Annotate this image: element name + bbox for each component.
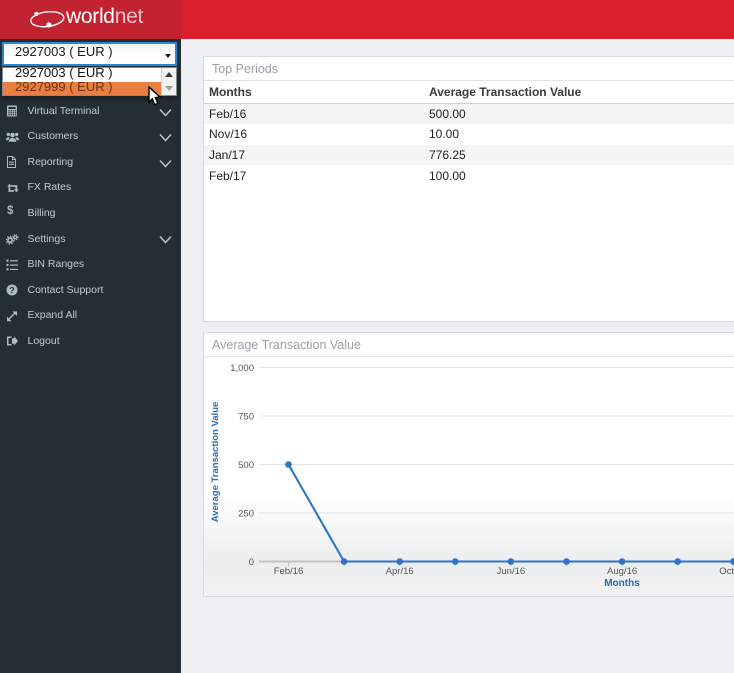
svg-text:Feb/16: Feb/16	[274, 566, 304, 577]
svg-text:Apr/16: Apr/16	[386, 566, 414, 577]
svg-text:1,000: 1,000	[230, 363, 254, 374]
svg-text:Oct/16: Oct/16	[719, 566, 734, 577]
svg-text:0: 0	[249, 557, 254, 568]
svg-text:Months: Months	[604, 578, 640, 589]
svg-text:500: 500	[238, 460, 254, 471]
svg-text:Average Transaction Value: Average Transaction Value	[210, 402, 221, 523]
svg-text:250: 250	[238, 509, 254, 520]
svg-text:Aug/16: Aug/16	[607, 566, 637, 577]
svg-text:?: ?	[9, 285, 14, 295]
svg-text:Jun/16: Jun/16	[497, 566, 526, 577]
svg-text:750: 750	[238, 412, 254, 423]
